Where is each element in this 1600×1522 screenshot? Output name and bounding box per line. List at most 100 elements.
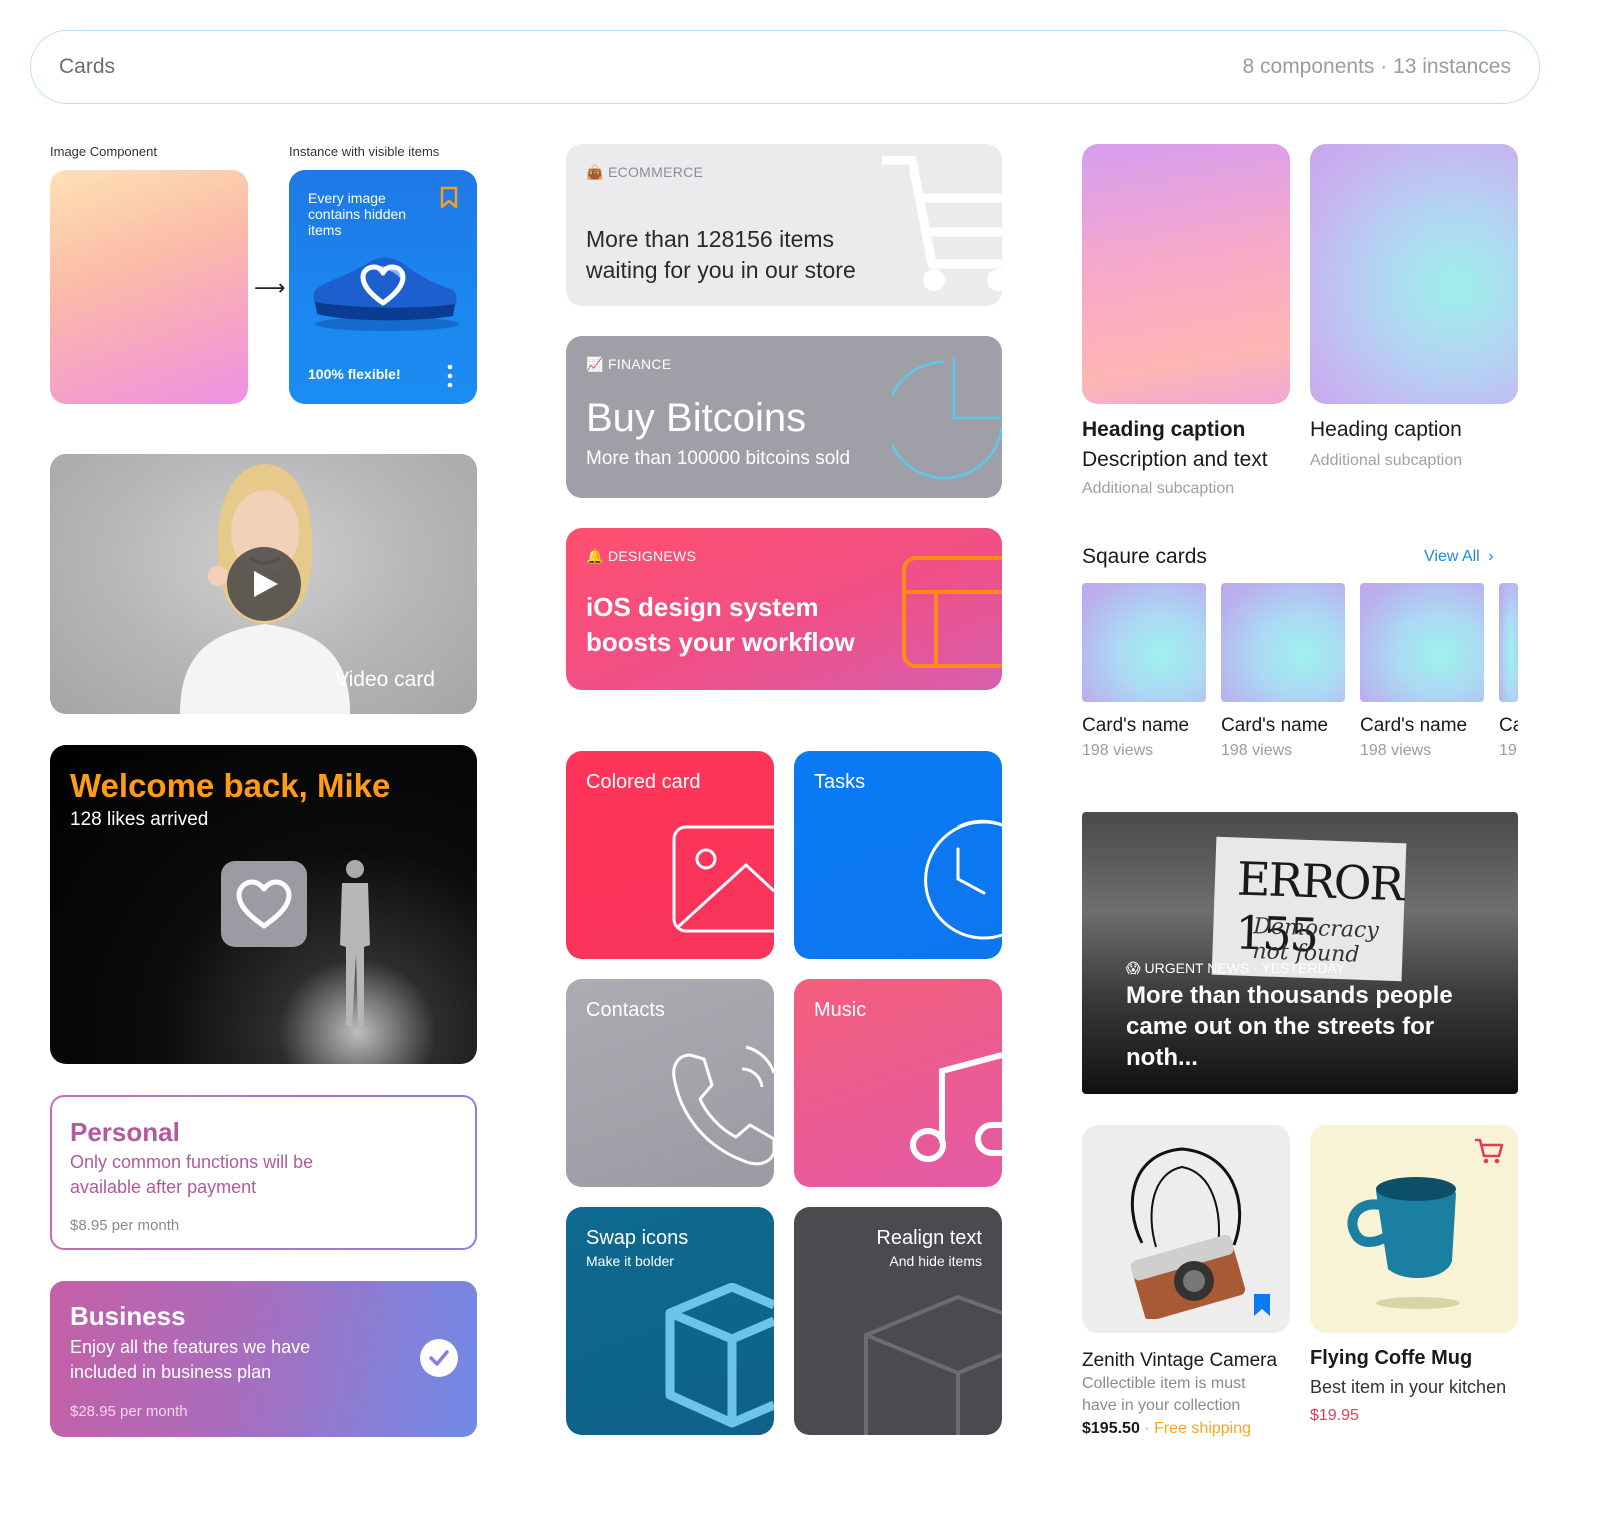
square-card-name: Card's name [1360,715,1468,736]
tile-title: Colored card [586,771,701,793]
image-icon [672,825,774,933]
arrow-right-icon: ⟶ [254,275,286,300]
heart-icon[interactable] [359,263,407,307]
music-tile[interactable]: Music [794,979,1002,1187]
product-description: Best item in your kitchen [1310,1377,1507,1397]
welcome-subtitle: 128 likes arrived [70,809,209,830]
cart-icon [882,156,1002,291]
music-note-icon [910,1052,1002,1162]
finance-tag-label: FINANCE [607,356,672,372]
product-price-row: $195.50 · Free shipping [1082,1420,1251,1438]
designnews-tag: 🔔 DESIGNEWS [586,548,696,565]
square-card-image[interactable] [1499,583,1518,702]
caption-heading: Heading caption [1310,418,1462,441]
selected-checkmark[interactable] [420,1339,458,1377]
tile-subtitle: And hide items [889,1253,982,1269]
caption-card-image[interactable] [1082,144,1290,404]
instance-card[interactable]: Every image contains hidden items 100% f… [289,170,477,404]
square-card-image[interactable] [1360,583,1484,702]
pie-chart-icon [892,358,1002,480]
business-title: Business [70,1301,186,1331]
view-all-label: View All [1424,548,1480,565]
personal-title: Personal [70,1117,180,1147]
finance-title: Buy Bitcoins [586,396,807,440]
bookmark-icon[interactable] [439,186,459,210]
alarm-icon: 😱 [1126,960,1141,976]
view-all-link[interactable]: View All › [1424,548,1494,566]
cart-icon[interactable] [1474,1137,1504,1165]
person-silhouette-image [340,860,370,1027]
finance-card[interactable]: 📈 FINANCE Buy Bitcoins More than 100000 … [566,336,1002,498]
product-description: Collectible item is must have in your co… [1082,1375,1246,1414]
camera-image [1130,1147,1246,1319]
tile-title: Realign text [876,1227,982,1249]
chart-icon: 📈 [586,356,604,372]
square-card-views: 198 views [1221,742,1293,759]
more-icon[interactable] [447,364,453,388]
tile-title: Tasks [814,771,866,793]
free-shipping-badge: · Free shipping [1144,1420,1252,1437]
clock-icon [924,819,1002,940]
camera-product-image[interactable] [1082,1125,1290,1333]
caption-subcaption: Additional subcaption [1310,452,1463,469]
designnews-body: iOS design system boosts your workflow [586,592,855,657]
instance-card-footer: 100% flexible! [308,366,401,382]
tile-subtitle: Make it bolder [586,1253,674,1269]
business-description: Enjoy all the features we have included … [70,1337,311,1382]
business-price: $28.95 per month [70,1403,188,1420]
square-card-views: 198 views [1360,742,1432,759]
play-button[interactable] [227,547,301,621]
chevron-right-icon: › [1488,548,1494,565]
ecommerce-tag-label: ECOMMERCE [607,164,704,180]
bell-icon: 🔔 [586,548,604,564]
mug-product-image[interactable] [1310,1125,1518,1333]
contacts-tile[interactable]: Contacts [566,979,774,1187]
square-card-image[interactable] [1082,583,1206,702]
play-icon [254,571,278,597]
square-card-views: 19 [1499,742,1517,759]
swap-icons-tile[interactable]: Swap icons Make it bolder [566,1207,774,1435]
layout-icon [902,556,1002,668]
bookmark-filled-icon[interactable] [1252,1293,1272,1317]
ecommerce-body: More than 128156 items waiting for you i… [586,226,856,283]
designnews-card[interactable]: 🔔 DESIGNEWS iOS design system boosts you… [566,528,1002,690]
video-card-label: Video card [334,668,435,691]
box-icon [665,1283,774,1428]
tile-title: Swap icons [586,1227,689,1249]
tile-title: Music [814,999,867,1021]
image-component-card[interactable] [50,170,248,404]
business-plan-card[interactable]: Business Enjoy all the features we have … [50,1281,477,1437]
square-card-image[interactable] [1221,583,1345,702]
check-icon [429,1350,449,1366]
tasks-tile[interactable]: Tasks [794,751,1002,959]
welcome-card[interactable]: Welcome back, Mike 128 likes arrived [50,745,477,1064]
caption-heading: Heading caption [1082,418,1246,441]
finance-tag: 📈 FINANCE [586,356,672,373]
news-tag: 😱 URGENT NEWS · YESTERDAY [1126,960,1345,977]
product-price: $195.50 [1082,1420,1140,1437]
square-card-views: 198 views [1082,742,1154,759]
product-price: $19.95 [1310,1407,1359,1424]
video-card[interactable]: Video card [50,454,477,714]
square-card-name: Card's name [1082,715,1190,736]
realign-text-tile[interactable]: Realign text And hide items [794,1207,1002,1435]
designnews-tag-label: DESIGNEWS [607,548,697,564]
tile-title: Contacts [586,999,665,1021]
square-card-name: Card's name [1221,715,1329,736]
image-component-label: Image Component [50,144,157,159]
finance-subtitle: More than 100000 bitcoins sold [586,448,851,469]
caption-card-image[interactable] [1310,144,1518,404]
news-card[interactable]: ERROR 155 Democracy not found 😱 URGENT N… [1082,812,1518,1094]
shopping-bag-icon: 👜 [586,164,604,180]
box-icon [864,1295,1002,1435]
product-name: Flying Coffe Mug [1310,1347,1473,1369]
caption-description: Description and text [1082,448,1268,471]
personal-plan-card[interactable]: Personal Only common functions will be a… [50,1095,477,1250]
personal-price: $8.95 per month [70,1217,180,1234]
like-button[interactable] [221,861,307,947]
square-cards-title: Sqaure cards [1082,545,1207,568]
product-name: Zenith Vintage Camera [1082,1350,1278,1371]
ecommerce-card[interactable]: 👜 ECOMMERCE More than 128156 items waiti… [566,144,1002,306]
page-header: Cards 8 components · 13 instances [30,30,1540,104]
colored-card-tile[interactable]: Colored card [566,751,774,959]
